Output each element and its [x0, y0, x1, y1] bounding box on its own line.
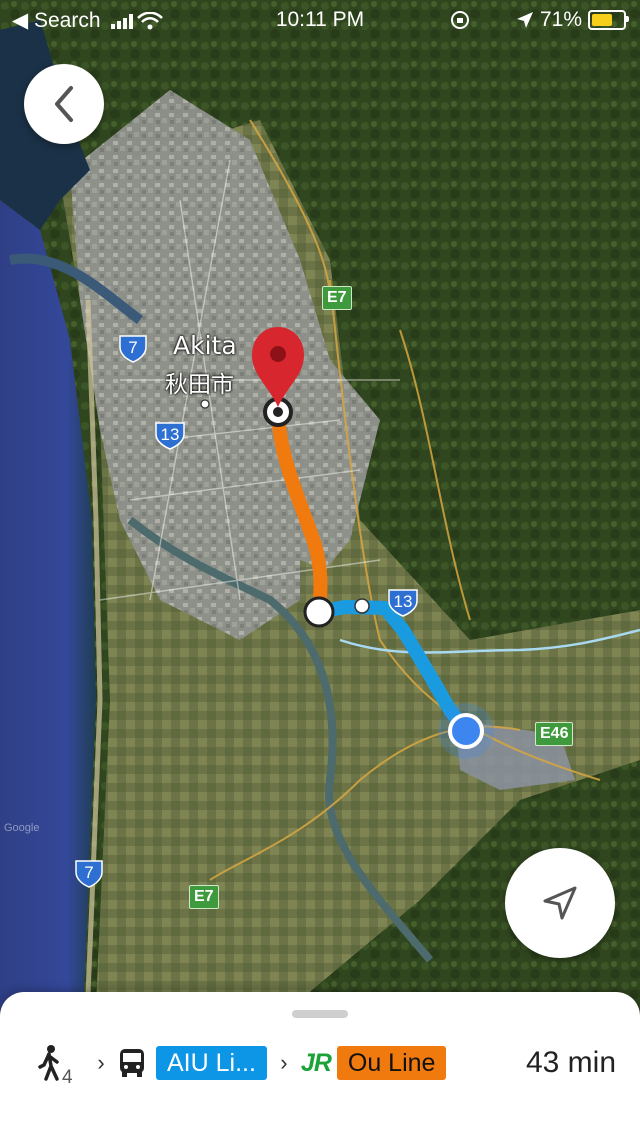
road-shield-label: 13	[393, 592, 413, 611]
road-shield-13-west: 13	[154, 420, 186, 450]
battery-percent: 71%	[539, 8, 582, 31]
navigation-arrow-icon	[543, 886, 577, 920]
road-shield-13-east: 13	[387, 587, 419, 617]
screen-rotation-lock-icon	[450, 11, 469, 29]
trip-duration: 43 min	[525, 1046, 616, 1079]
bus-stop-marker[interactable]	[354, 598, 370, 614]
road-shield-label: 7	[84, 863, 94, 882]
bus-line-badge: AIU Li...	[156, 1046, 267, 1080]
route-summary-sheet[interactable]: 4 › AIU Li... › JR Ou Line 43 min	[0, 992, 640, 1136]
city-label-en: Akita	[173, 331, 237, 360]
walk-minutes: 4	[62, 1067, 73, 1088]
road-shield-e7-north: E7	[322, 286, 352, 310]
city-label-ja: 秋田市	[165, 372, 234, 398]
road-shield-label: 7	[128, 338, 138, 357]
status-bar: ◀ Search 10:11 PM 71%	[0, 0, 640, 40]
map-watermark: Google	[4, 822, 40, 834]
chevron-left-icon	[55, 86, 73, 122]
battery-icon	[588, 10, 629, 30]
walking-person-icon	[38, 1045, 59, 1081]
road-shield-7-south: 7	[74, 858, 104, 888]
chevron-right-icon: ›	[280, 1050, 288, 1075]
back-button[interactable]	[24, 64, 104, 144]
satellite-map[interactable]	[0, 0, 640, 1136]
location-services-icon	[516, 12, 533, 28]
jr-logo: JR	[300, 1048, 332, 1077]
recenter-location-button[interactable]	[505, 848, 615, 958]
route-steps-row[interactable]: 4 › AIU Li... › JR Ou Line 43 min	[36, 1042, 616, 1088]
bus-icon	[120, 1049, 144, 1077]
current-location-dot[interactable]	[448, 713, 484, 749]
transfer-stop[interactable]	[303, 596, 335, 628]
chevron-right-icon: ›	[97, 1050, 105, 1075]
road-shield-7-north: 7	[118, 333, 148, 363]
road-shield-label: 13	[160, 425, 180, 444]
road-shield-e46: E46	[535, 722, 574, 746]
walk-step: 4	[36, 1045, 84, 1088]
train-line-badge: Ou Line	[336, 1046, 447, 1080]
sheet-drag-handle[interactable]	[292, 1010, 348, 1018]
road-shield-e7-south: E7	[189, 885, 219, 909]
